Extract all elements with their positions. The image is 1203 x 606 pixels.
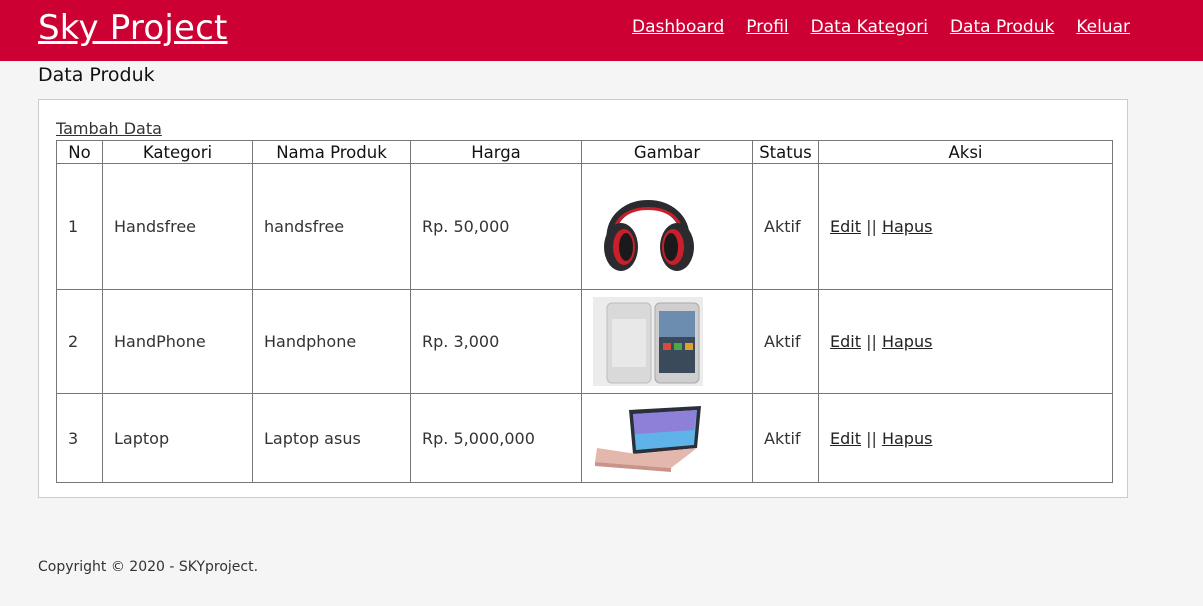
edit-link[interactable]: Edit — [830, 332, 861, 351]
brand-link[interactable]: Sky Project — [38, 8, 228, 48]
cell-gambar — [581, 289, 753, 394]
cell-status: Aktif — [752, 163, 819, 290]
cell-nama-produk: handsfree — [252, 163, 411, 290]
nav-profil[interactable]: Profil — [746, 17, 788, 37]
cell-aksi: Edit || Hapus — [818, 289, 1113, 394]
nav-data-kategori[interactable]: Data Kategori — [811, 17, 928, 37]
cell-harga: Rp. 50,000 — [410, 163, 582, 290]
col-nama-produk: Nama Produk — [252, 140, 411, 164]
headphones-image — [593, 171, 703, 282]
cell-no: 2 — [56, 289, 103, 394]
col-no: No — [56, 140, 103, 164]
col-gambar: Gambar — [581, 140, 753, 164]
edit-link[interactable]: Edit — [830, 217, 861, 236]
cell-status: Aktif — [752, 393, 819, 483]
hapus-link[interactable]: Hapus — [882, 429, 932, 448]
cell-nama-produk: Handphone — [252, 289, 411, 394]
nav-dashboard[interactable]: Dashboard — [632, 17, 724, 37]
cell-aksi: Edit || Hapus — [818, 393, 1113, 483]
cell-harga: Rp. 3,000 — [410, 289, 582, 394]
top-navbar: Sky Project Dashboard Profil Data Katego… — [0, 0, 1203, 61]
col-status: Status — [752, 140, 819, 164]
cell-harga: Rp. 5,000,000 — [410, 393, 582, 483]
cell-gambar — [581, 393, 753, 483]
edit-link[interactable]: Edit — [830, 429, 861, 448]
table-header-row: No Kategori Nama Produk Harga Gambar Sta… — [56, 140, 1113, 164]
col-aksi: Aksi — [818, 140, 1113, 164]
action-separator: || — [866, 217, 877, 236]
cell-kategori: HandPhone — [102, 289, 253, 394]
smartphone-image — [593, 297, 703, 386]
footer-copyright: Copyright © 2020 - SKYproject. — [38, 559, 259, 575]
add-data-link[interactable]: Tambah Data — [56, 119, 162, 138]
nav-data-produk[interactable]: Data Produk — [950, 17, 1054, 37]
hapus-link[interactable]: Hapus — [882, 332, 932, 351]
col-harga: Harga — [410, 140, 582, 164]
product-table: No Kategori Nama Produk Harga Gambar Sta… — [56, 140, 1113, 483]
page-title: Data Produk — [38, 64, 155, 86]
table-row: 3 Laptop Laptop asus Rp. 5,000,000 Aktif — [56, 393, 1113, 483]
cell-kategori: Laptop — [102, 393, 253, 483]
hapus-link[interactable]: Hapus — [882, 217, 932, 236]
main-nav: Dashboard Profil Data Kategori Data Prod… — [632, 17, 1130, 37]
action-separator: || — [866, 428, 877, 448]
col-kategori: Kategori — [102, 140, 253, 164]
cell-no: 1 — [56, 163, 103, 290]
cell-gambar — [581, 163, 753, 290]
table-row: 1 Handsfree handsfree Rp. 50,000 Aktif E… — [56, 163, 1113, 290]
laptop-image — [593, 402, 703, 474]
content-panel: Tambah Data No Kategori Nama Produk Harg… — [38, 99, 1128, 498]
cell-status: Aktif — [752, 289, 819, 394]
cell-nama-produk: Laptop asus — [252, 393, 411, 483]
action-separator: || — [866, 332, 877, 351]
cell-kategori: Handsfree — [102, 163, 253, 290]
table-row: 2 HandPhone Handphone Rp. 3,000 Aktif Ed… — [56, 289, 1113, 394]
nav-keluar[interactable]: Keluar — [1076, 17, 1130, 37]
cell-no: 3 — [56, 393, 103, 483]
cell-aksi: Edit || Hapus — [818, 163, 1113, 290]
